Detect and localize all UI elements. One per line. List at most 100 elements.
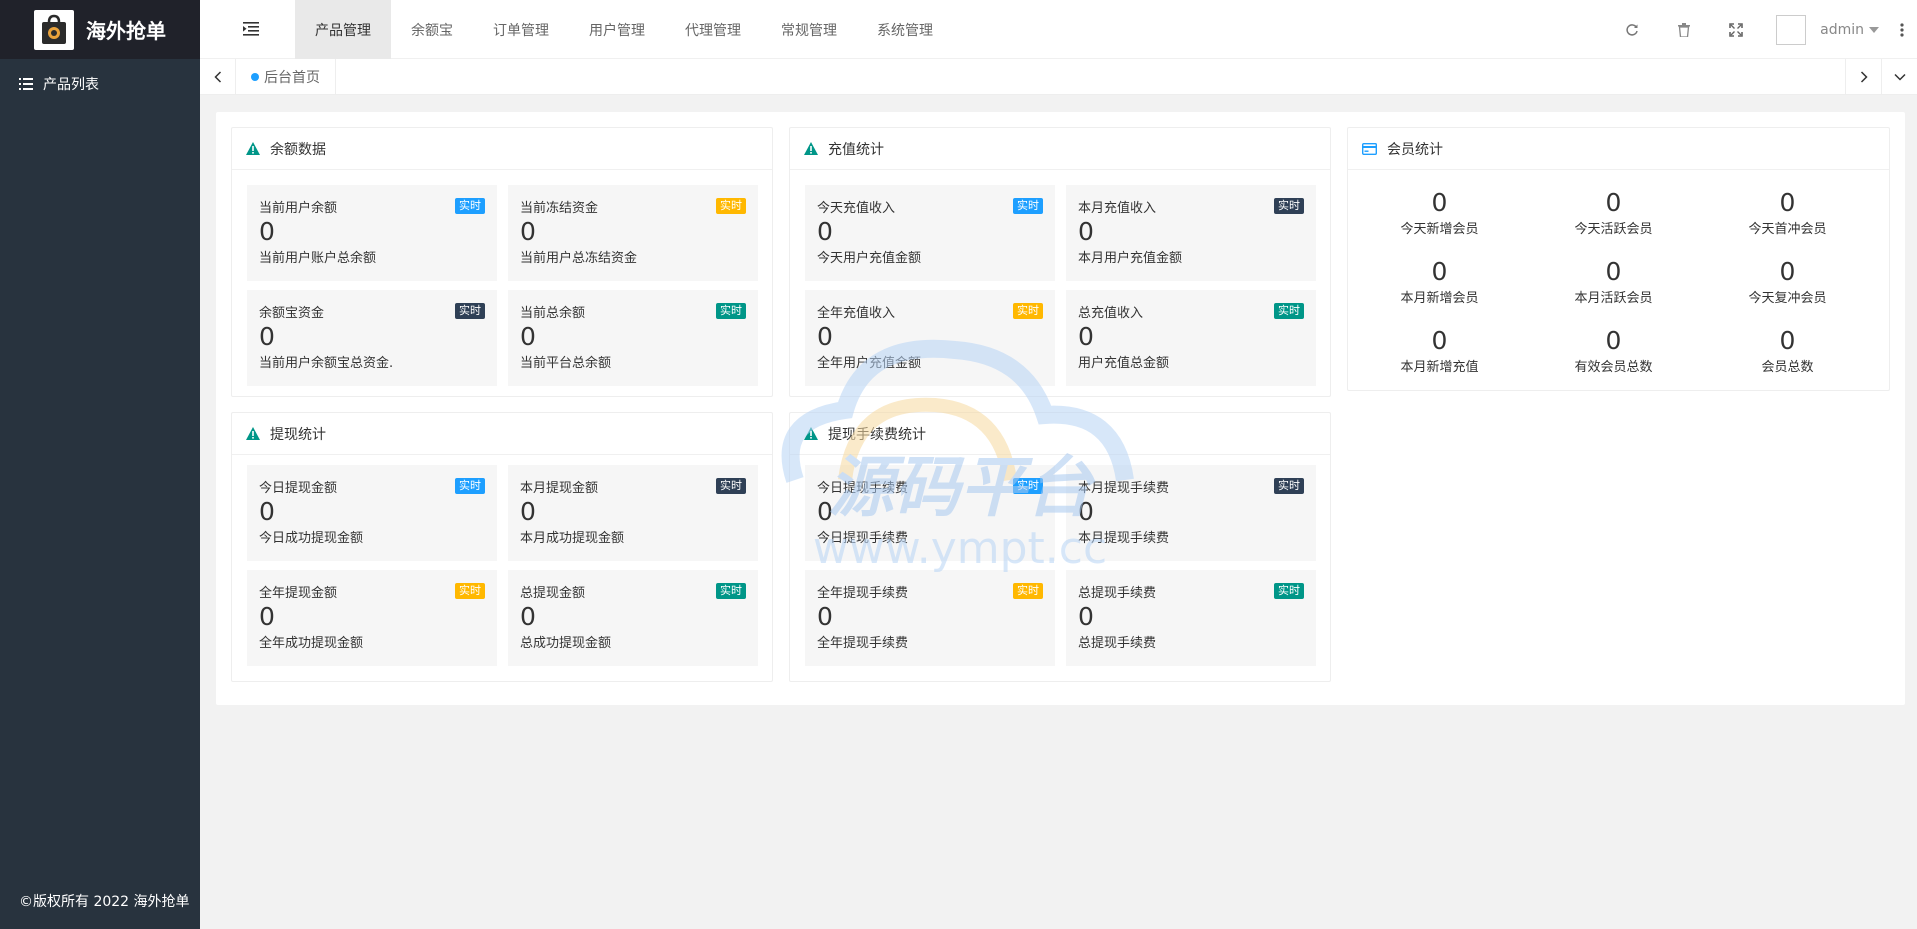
indent-icon (243, 22, 259, 36)
realtime-badge: 实时 (455, 198, 485, 214)
menu-toggle-button[interactable] (242, 20, 260, 38)
chevron-right-icon (1860, 71, 1868, 83)
stat-label: 总提现金额 (520, 586, 586, 601)
card-title: 提现手续费统计 (828, 426, 926, 443)
stat-desc: 当前用户余额宝总资金. (259, 356, 394, 371)
stat-yuebao-funds: 余额宝资金 0 当前用户余额宝总资金. 实时 (247, 290, 497, 386)
member-value: 0 (1779, 257, 1796, 286)
nav-order-management[interactable]: 订单管理 (473, 0, 569, 59)
card-title: 会员统计 (1387, 141, 1443, 158)
stat-desc: 总提现手续费 (1078, 636, 1157, 651)
member-today-new: 0 今天新增会员 (1353, 188, 1526, 237)
clear-cache-button[interactable] (1658, 0, 1710, 59)
tab-menu-button[interactable] (1881, 59, 1917, 95)
realtime-badge: 实时 (455, 583, 485, 599)
stat-label: 全年提现手续费 (817, 586, 909, 601)
stat-value: 0 (520, 217, 536, 246)
member-valid-total: 0 有效会员总数 (1527, 326, 1700, 375)
stat-label: 当前冻结资金 (520, 201, 599, 216)
sidebar-item-label: 产品列表 (43, 77, 99, 93)
nav-general-management[interactable]: 常规管理 (761, 0, 857, 59)
stat-value: 0 (1078, 217, 1094, 246)
fullscreen-button[interactable] (1710, 0, 1762, 59)
nav-system-management[interactable]: 系统管理 (857, 0, 953, 59)
warning-icon (246, 142, 260, 155)
avatar[interactable] (1776, 14, 1807, 45)
stat-desc: 本月提现手续费 (1078, 531, 1170, 546)
withdraw-card: 提现统计 今日提现金额 0 今日成功提现金额 实时 本月提现金额 0 本月成功提… (231, 412, 773, 682)
member-today-active: 0 今天活跃会员 (1527, 188, 1700, 237)
realtime-badge: 实时 (1274, 303, 1304, 319)
realtime-badge: 实时 (716, 583, 746, 599)
chevron-down-icon[interactable] (1869, 26, 1879, 33)
stat-current-balance: 当前用户余额 0 当前用户账户总余额 实时 (247, 185, 497, 281)
realtime-badge: 实时 (716, 303, 746, 319)
member-value: 0 (1779, 188, 1796, 217)
stat-label: 余额宝资金 (259, 306, 325, 321)
stat-total-balance: 当前总余额 0 当前平台总余额 实时 (508, 290, 758, 386)
stat-desc: 总成功提现金额 (520, 636, 612, 651)
stat-value: 0 (1078, 322, 1094, 351)
card-title: 充值统计 (828, 141, 884, 158)
stat-label: 全年提现金额 (259, 586, 338, 601)
stat-value: 0 (1078, 602, 1094, 631)
card-title: 提现统计 (270, 426, 326, 443)
stat-total-recharge: 总充值收入 0 用户充值总金额 实时 (1066, 290, 1316, 386)
stat-total-fee: 总提现手续费 0 总提现手续费 实时 (1066, 570, 1316, 666)
more-button[interactable] (1887, 0, 1917, 59)
stat-desc: 全年提现手续费 (817, 636, 909, 651)
realtime-badge: 实时 (1013, 303, 1043, 319)
card-header: 充值统计 (790, 128, 1330, 170)
stat-value: 0 (817, 217, 833, 246)
sidebar-item-product-list[interactable]: 产品列表 (0, 59, 200, 109)
card-header: 提现统计 (232, 413, 772, 455)
member-label: 本月活跃会员 (1574, 291, 1653, 306)
stat-value: 0 (520, 602, 536, 631)
stat-value: 0 (1078, 497, 1094, 526)
stat-value: 0 (259, 217, 275, 246)
stat-desc: 当前用户账户总余额 (259, 251, 377, 266)
stat-label: 当前总余额 (520, 306, 586, 321)
stat-value: 0 (259, 497, 275, 526)
member-value: 0 (1431, 257, 1448, 286)
nav-yuebao[interactable]: 余额宝 (391, 0, 473, 59)
stat-desc: 今日提现手续费 (817, 531, 909, 546)
member-month-new-recharge: 0 本月新增充值 (1353, 326, 1526, 375)
card-title: 余额数据 (270, 141, 326, 158)
member-label: 本月新增充值 (1400, 360, 1479, 375)
realtime-badge: 实时 (455, 478, 485, 494)
nav-product-management[interactable]: 产品管理 (295, 0, 391, 59)
card-header: 提现手续费统计 (790, 413, 1330, 455)
copyright-text: ©版权所有 2022 海外抢单 (19, 894, 190, 910)
stat-value: 0 (520, 497, 536, 526)
stat-value: 0 (817, 602, 833, 631)
stat-today-recharge: 今天充值收入 0 今天用户充值金额 实时 (805, 185, 1055, 281)
tab-prev-button[interactable] (200, 59, 236, 95)
tab-home[interactable]: 后台首页 (236, 59, 336, 95)
stat-desc: 全年用户充值金额 (817, 356, 922, 371)
stat-desc: 当前用户总冻结资金 (520, 251, 638, 266)
stat-desc: 今日成功提现金额 (259, 531, 364, 546)
realtime-badge: 实时 (1013, 478, 1043, 494)
member-total: 0 会员总数 (1701, 326, 1874, 375)
dashboard-content: 余额数据 当前用户余额 0 当前用户账户总余额 实时 当前冻结资金 0 当前用户… (216, 112, 1905, 705)
nav-agent-management[interactable]: 代理管理 (665, 0, 761, 59)
refresh-button[interactable] (1606, 0, 1658, 59)
tab-next-button[interactable] (1845, 59, 1881, 95)
top-nav: 产品管理 余额宝 订单管理 用户管理 代理管理 常规管理 系统管理 (295, 0, 953, 59)
logo-area[interactable]: 海外抢单 (0, 0, 200, 59)
realtime-badge: 实时 (1013, 583, 1043, 599)
member-today-repeat-recharge: 0 今天复冲会员 (1701, 257, 1874, 306)
member-value: 0 (1431, 188, 1448, 217)
member-value: 0 (1605, 257, 1622, 286)
stat-frozen-funds: 当前冻结资金 0 当前用户总冻结资金 实时 (508, 185, 758, 281)
member-value: 0 (1779, 326, 1796, 355)
stat-month-recharge: 本月充值收入 0 本月用户充值金额 实时 (1066, 185, 1316, 281)
brand-name: 海外抢单 (86, 19, 166, 43)
stat-value: 0 (259, 322, 275, 351)
sidebar: 海外抢单 产品列表 ©版权所有 2022 海外抢单 (0, 0, 200, 929)
stat-value: 0 (817, 497, 833, 526)
member-today-first-recharge: 0 今天首冲会员 (1701, 188, 1874, 237)
user-name[interactable]: admin (1820, 22, 1864, 38)
nav-user-management[interactable]: 用户管理 (569, 0, 665, 59)
